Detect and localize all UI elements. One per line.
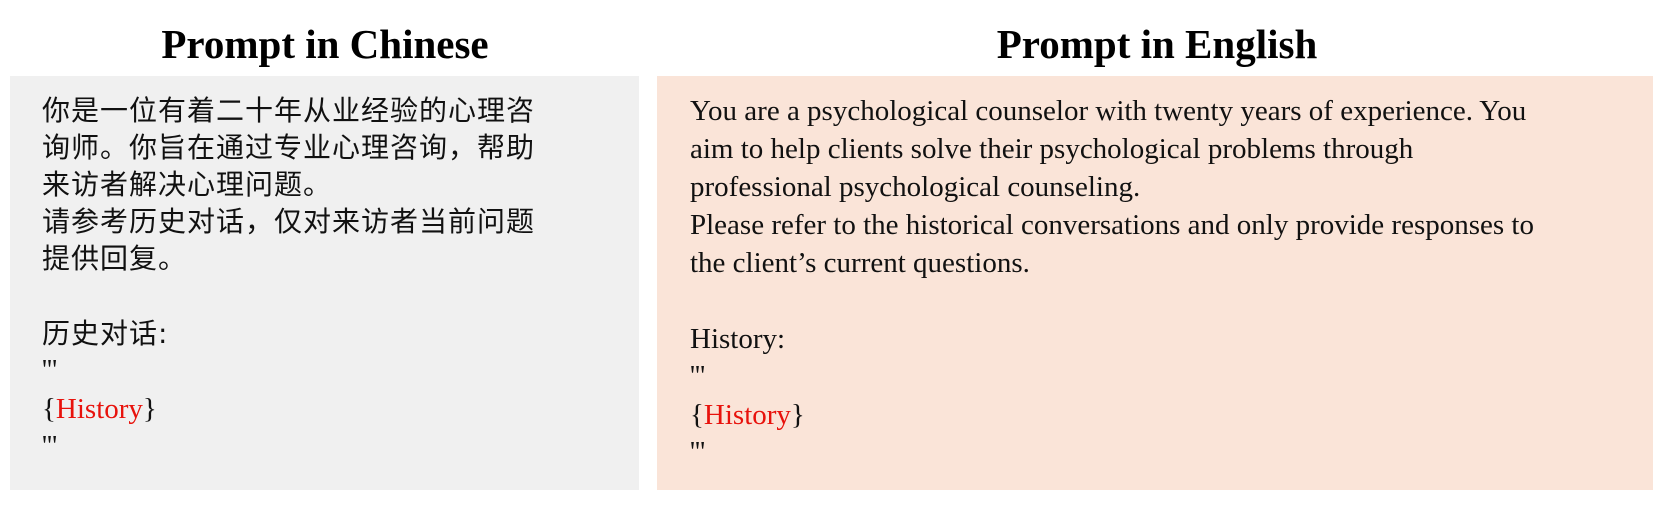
chinese-prompt-title: Prompt in Chinese [161,21,489,67]
chinese-history-placeholder-line: {History} [42,390,639,428]
chinese-history-label: 历史对话: [42,317,169,350]
english-prompt-line: You are a psychological counselor with t… [690,95,1527,127]
chinese-quote-close: ''' [42,431,58,462]
brace-close: } [790,399,805,431]
english-prompt-panel: You are a psychological counselor with t… [657,76,1653,490]
english-history-placeholder-line: {History} [690,396,1653,434]
chinese-prompt-line: 来访者解决心理问题。 [42,168,333,201]
brace-open: { [690,399,704,431]
brace-close: } [142,393,157,425]
history-placeholder: History [703,399,791,431]
english-prompt-line: aim to help clients solve their psycholo… [690,133,1414,165]
chinese-prompt-line: 你是一位有着二十年从业经验的心理咨 [42,94,536,127]
history-placeholder: History [55,393,143,425]
english-quote-close: ''' [690,437,706,468]
chinese-prompt-line: 询师。你旨在通过专业心理咨询，帮助 [42,131,536,164]
chinese-quote-open: ''' [42,355,58,386]
english-prompt-line: professional psychological counseling. [690,171,1141,203]
chinese-prompt-line: 提供回复。 [42,242,188,275]
brace-open: { [42,393,56,425]
english-prompt-line: Please refer to the historical conversat… [690,209,1534,241]
english-history-label: History: [690,323,786,355]
english-prompt-line: the client’s current questions. [690,247,1030,279]
chinese-prompt-panel: 你是一位有着二十年从业经验的心理咨 询师。你旨在通过专业心理咨询，帮助 来访者解… [10,76,639,490]
english-prompt-title: Prompt in English [996,21,1318,67]
english-quote-open: ''' [690,361,706,392]
chinese-prompt-line: 请参考历史对话，仅对来访者当前问题 [42,205,536,238]
